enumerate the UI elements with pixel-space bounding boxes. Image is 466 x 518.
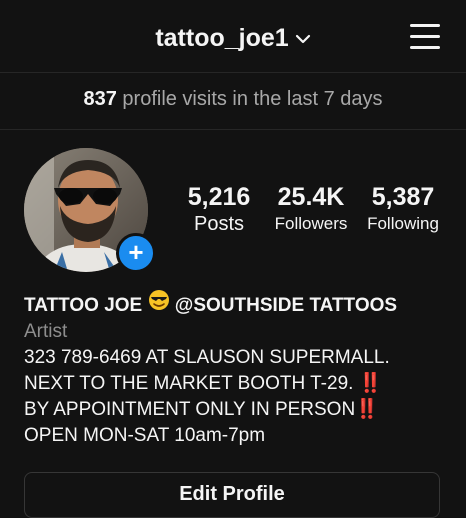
double-exclamation-emoji: ‼️ xyxy=(355,399,379,421)
followers-count: 25.4K xyxy=(277,183,345,211)
edit-profile-button[interactable]: Edit Profile xyxy=(24,472,440,518)
bio-line-1: 323 789-6469 AT SLAUSON SUPERMALL. xyxy=(24,347,390,369)
bio-line-3-text: BY APPOINTMENT ONLY IN PERSON xyxy=(24,399,356,421)
hamburger-menu-icon[interactable] xyxy=(410,22,442,50)
bio-line-4: OPEN MON-SAT 10am-7pm xyxy=(24,425,266,447)
posts-label: Posts xyxy=(193,213,245,235)
profile-visits-banner[interactable]: 837 profile visits in the last 7 days xyxy=(0,73,466,130)
bio-name-text: TATTOO JOE xyxy=(24,295,143,317)
account-switcher[interactable]: tattoo_joe1 xyxy=(0,24,466,53)
followers-label: Followers xyxy=(274,214,348,233)
profile-bio: TATTOO JOE @SOUTHSIDE TATTOOS Artist 323… xyxy=(24,290,454,449)
username-title: tattoo_joe1 xyxy=(155,24,289,52)
double-exclamation-emoji: ‼️ xyxy=(358,373,383,395)
posts-stat[interactable]: 5,216 Posts xyxy=(180,182,258,236)
bio-name: TATTOO JOE @SOUTHSIDE TATTOOS xyxy=(24,290,454,319)
profile-header: tattoo_joe1 xyxy=(0,0,466,73)
smiling-face-with-sunglasses-emoji xyxy=(148,289,170,319)
profile-visits-count: 837 xyxy=(83,88,117,110)
bio-line-2-text: NEXT TO THE MARKET BOOTH T-29. xyxy=(24,373,354,395)
chevron-down-icon xyxy=(295,23,311,52)
following-label: Following xyxy=(367,214,439,233)
add-story-button[interactable]: + xyxy=(116,233,156,273)
followers-stat[interactable]: 25.4K Followers xyxy=(268,182,354,236)
bio-line-2: NEXT TO THE MARKET BOOTH T-29. ‼️ xyxy=(24,371,454,397)
bio-category: Artist xyxy=(24,321,68,343)
plus-icon: + xyxy=(128,237,144,267)
posts-count: 5,216 xyxy=(187,183,251,211)
bio-line-3: BY APPOINTMENT ONLY IN PERSON‼️ xyxy=(24,397,454,423)
following-stat[interactable]: 5,387 Following xyxy=(360,182,446,236)
profile-visits-text: profile visits in the last 7 days xyxy=(122,88,383,110)
following-count: 5,387 xyxy=(371,183,435,211)
bio-handle-link[interactable]: @SOUTHSIDE TATTOOS xyxy=(175,295,397,316)
